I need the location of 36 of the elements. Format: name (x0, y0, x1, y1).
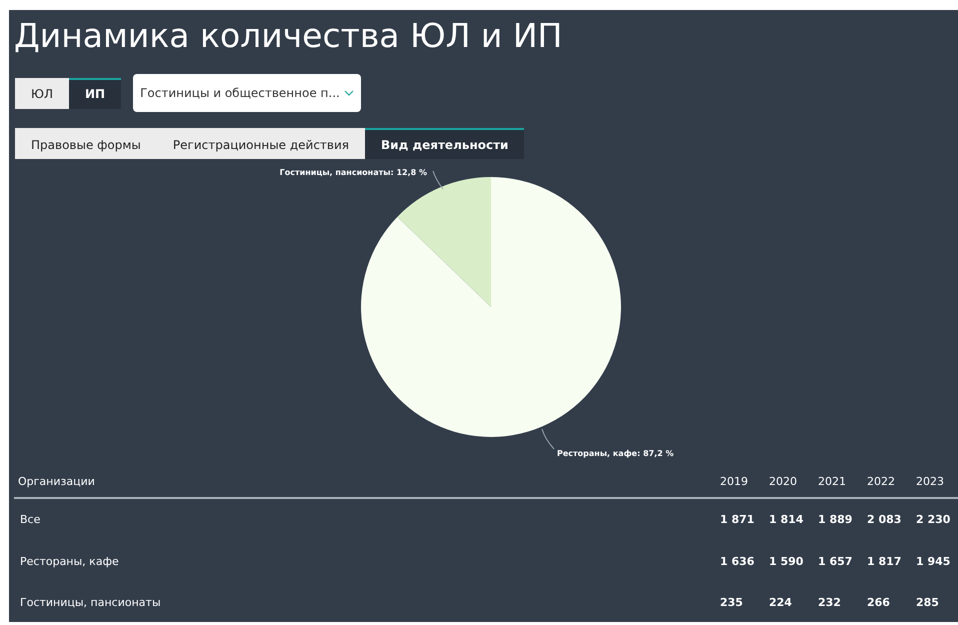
table-cell-text: 1 945 (915, 554, 952, 570)
tab[interactable]: Регистрационные действия (156, 128, 366, 159)
column-header: 2021 (817, 474, 847, 490)
slice-label: Рестораны, кафе: 87,2 % (557, 449, 674, 458)
table-cell-text: 1 657 (817, 554, 854, 570)
table-cell-text: 266 (866, 594, 891, 611)
entity-toggle-button[interactable]: ЮЛ (15, 78, 69, 108)
table-cell-text: 232 (817, 594, 842, 611)
chevron-down-icon (344, 90, 354, 96)
industry-dropdown[interactable]: Гостиницы и общественное п... (133, 74, 361, 112)
entity-toggle-button[interactable]: ИП (68, 78, 122, 108)
column-header: 2020 (768, 474, 798, 490)
table-cell-text: 285 (915, 594, 940, 611)
table-cell-text: 1 889 (817, 512, 854, 528)
table-cell-text: 1 871 (719, 512, 756, 528)
table-cell-text: Все (19, 512, 42, 528)
column-header: 2022 (866, 474, 896, 490)
table-cell-text: 1 814 (768, 512, 804, 528)
table-cell-text: 1 817 (866, 554, 902, 570)
column-header: 2023 (915, 474, 945, 490)
leader-line (542, 428, 554, 450)
tab[interactable]: Вид деятельности (365, 128, 524, 159)
column-header: 2019 (719, 474, 749, 490)
page-title: Динамика количества ЮЛ и ИП (13, 15, 564, 56)
table-cell-text: 235 (719, 594, 744, 611)
table-cell-text: Рестораны, кафе (19, 554, 120, 570)
table-cell-text: 2 230 (915, 512, 952, 528)
table-cell-text: 2 083 (866, 512, 902, 528)
table-cell-text: 1 636 (719, 554, 756, 570)
column-header: Организации (17, 474, 96, 490)
table-cell-text: 224 (768, 594, 793, 611)
table-cell-text: 1 590 (768, 554, 804, 570)
leader-line (432, 170, 444, 190)
table-cell-text: Гостиницы, пансионаты (19, 594, 162, 611)
tab[interactable]: Правовые формы (15, 128, 157, 159)
slice-label: Гостиницы, пансионаты: 12,8 % (280, 168, 427, 177)
